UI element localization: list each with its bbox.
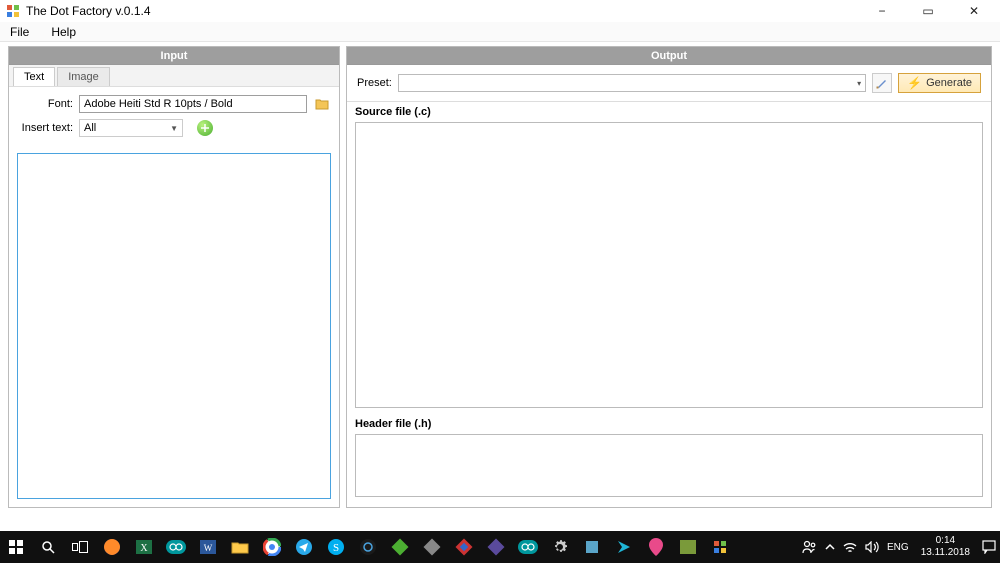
taskbar-app-word[interactable]: W xyxy=(192,531,224,563)
taskbar-app-firefox[interactable] xyxy=(96,531,128,563)
network-icon[interactable] xyxy=(839,531,861,563)
language-indicator[interactable]: ENG xyxy=(883,531,913,563)
menu-file[interactable]: File xyxy=(6,23,33,41)
taskbar-clock[interactable]: 0:14 13.11.2018 xyxy=(913,535,978,559)
tab-text[interactable]: Text xyxy=(13,67,55,86)
font-label: Font: xyxy=(17,98,73,110)
task-view-icon[interactable] xyxy=(64,531,96,563)
maximize-button[interactable]: ▭ xyxy=(914,4,942,18)
insert-text-value: All xyxy=(84,122,96,134)
header-file-textarea[interactable] xyxy=(355,434,983,497)
taskbar-app-generic-1[interactable] xyxy=(352,531,384,563)
font-input[interactable] xyxy=(79,95,307,113)
tab-image[interactable]: Image xyxy=(57,67,110,86)
taskbar-app-explorer[interactable] xyxy=(224,531,256,563)
svg-text:W: W xyxy=(204,543,213,553)
taskbar: X W S ENG 0:14 13.11.2018 xyxy=(0,531,1000,563)
tray-chevron-icon[interactable] xyxy=(821,531,839,563)
output-panel: Output Preset: ▾ ⚡ Generate Source file … xyxy=(346,46,992,508)
titlebar: The Dot Factory v.0.1.4 − ▭ ✕ xyxy=(0,0,1000,22)
taskbar-app-dotfactory[interactable] xyxy=(704,531,736,563)
clock-time: 0:14 xyxy=(921,535,970,547)
insert-text-label: Insert text: xyxy=(17,122,73,134)
close-button[interactable]: ✕ xyxy=(960,4,988,18)
taskbar-app-generic-2[interactable] xyxy=(384,531,416,563)
taskbar-app-arduino[interactable] xyxy=(160,531,192,563)
source-file-label: Source file (.c) xyxy=(347,102,991,120)
output-panel-header: Output xyxy=(347,47,991,65)
taskbar-app-generic-7[interactable] xyxy=(608,531,640,563)
taskbar-app-generic-3[interactable] xyxy=(416,531,448,563)
chevron-down-icon: ▾ xyxy=(857,79,861,88)
taskbar-app-excel[interactable]: X xyxy=(128,531,160,563)
taskbar-app-generic-5[interactable] xyxy=(480,531,512,563)
input-textarea[interactable] xyxy=(17,153,331,499)
svg-text:S: S xyxy=(333,542,339,554)
clock-date: 13.11.2018 xyxy=(921,547,970,559)
generate-label: Generate xyxy=(926,77,972,89)
taskbar-app-generic-6[interactable] xyxy=(576,531,608,563)
taskbar-app-chrome[interactable] xyxy=(256,531,288,563)
start-button[interactable] xyxy=(0,531,32,563)
taskbar-app-maps[interactable] xyxy=(640,531,672,563)
bolt-icon: ⚡ xyxy=(907,76,922,90)
preset-label: Preset: xyxy=(357,77,392,89)
input-panel: Input Text Image Font: Insert text: All … xyxy=(8,46,340,508)
preset-settings-button[interactable] xyxy=(872,73,892,93)
notifications-icon[interactable] xyxy=(978,531,1000,563)
menu-help[interactable]: Help xyxy=(47,23,80,41)
taskbar-app-arduino-2[interactable] xyxy=(512,531,544,563)
insert-text-combo[interactable]: All ▼ xyxy=(79,119,183,137)
source-file-textarea[interactable] xyxy=(355,122,983,408)
app-icon xyxy=(6,4,20,18)
taskbar-app-skype[interactable]: S xyxy=(320,531,352,563)
search-icon[interactable] xyxy=(32,531,64,563)
browse-font-button[interactable] xyxy=(313,95,331,113)
insert-go-button[interactable] xyxy=(197,120,213,136)
generate-button[interactable]: ⚡ Generate xyxy=(898,73,981,93)
volume-icon[interactable] xyxy=(861,531,883,563)
input-panel-header: Input xyxy=(9,47,339,65)
taskbar-app-generic-8[interactable] xyxy=(672,531,704,563)
window-title: The Dot Factory v.0.1.4 xyxy=(26,4,151,18)
input-tabs: Text Image xyxy=(9,65,339,87)
preset-combo[interactable]: ▾ xyxy=(398,74,866,92)
header-file-label: Header file (.h) xyxy=(347,414,991,432)
minimize-button[interactable]: − xyxy=(868,4,896,18)
menubar: File Help xyxy=(0,22,1000,42)
taskbar-app-telegram[interactable] xyxy=(288,531,320,563)
people-icon[interactable] xyxy=(797,531,821,563)
chevron-down-icon: ▼ xyxy=(170,124,178,133)
svg-text:X: X xyxy=(140,543,148,554)
taskbar-app-generic-4[interactable] xyxy=(448,531,480,563)
taskbar-app-settings[interactable] xyxy=(544,531,576,563)
